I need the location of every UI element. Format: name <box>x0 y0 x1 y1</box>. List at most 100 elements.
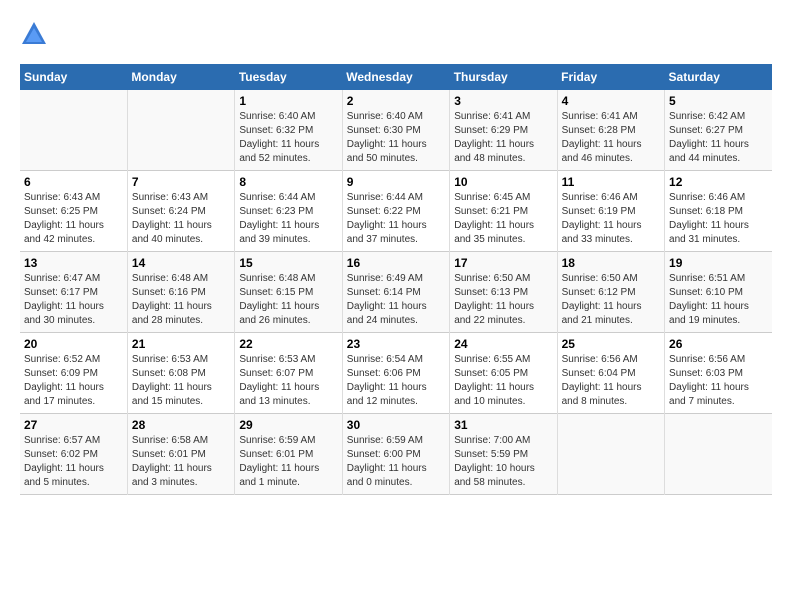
calendar-cell: 25 Sunrise: 6:56 AM Sunset: 6:04 PM Dayli… <box>557 333 664 414</box>
week-row-5: 27Sunrise: 6:57 AM Sunset: 6:02 PM Dayli… <box>20 414 772 495</box>
day-number: 15 <box>239 256 337 270</box>
day-info: Sunrise: 6:57 AM Sunset: 6:02 PM Dayligh… <box>24 434 123 490</box>
day-info: Sunrise: 6:56 AM Sunset: 6:03 PM Dayligh… <box>669 353 768 409</box>
calendar-table: SundayMondayTuesdayWednesdayThursdayFrid… <box>20 64 772 495</box>
day-info: Sunrise: 6:44 AM Sunset: 6:22 PM Dayligh… <box>347 191 445 247</box>
day-info: Sunrise: 6:59 AM Sunset: 6:01 PM Dayligh… <box>239 434 337 490</box>
day-number: 16 <box>347 256 445 270</box>
calendar-cell: 3 Sunrise: 6:41 AM Sunset: 6:29 PM Daylig… <box>450 90 557 171</box>
day-number: 7 <box>132 175 230 189</box>
day-info: Sunrise: 6:50 AM Sunset: 6:12 PM Dayligh… <box>562 272 660 328</box>
calendar-cell: 19 Sunrise: 6:51 AM Sunset: 6:10 PM Dayli… <box>665 252 772 333</box>
day-number: 14 <box>132 256 230 270</box>
page-header <box>20 20 772 48</box>
calendar-cell: 14 Sunrise: 6:48 AM Sunset: 6:16 PM Dayli… <box>127 252 234 333</box>
header-thursday: Thursday <box>450 64 557 90</box>
day-info: Sunrise: 6:53 AM Sunset: 6:08 PM Dayligh… <box>132 353 230 409</box>
calendar-cell: 17Sunrise: 6:50 AM Sunset: 6:13 PM Dayli… <box>450 252 557 333</box>
calendar-cell: 30 Sunrise: 6:59 AM Sunset: 6:00 PM Dayli… <box>342 414 449 495</box>
header-tuesday: Tuesday <box>235 64 342 90</box>
calendar-cell: 20 Sunrise: 6:52 AM Sunset: 6:09 PM Dayli… <box>20 333 127 414</box>
day-number: 11 <box>562 175 660 189</box>
calendar-cell <box>20 90 127 171</box>
day-number: 8 <box>239 175 337 189</box>
calendar-cell: 5 Sunrise: 6:42 AM Sunset: 6:27 PM Daylig… <box>665 90 772 171</box>
day-info: Sunrise: 6:56 AM Sunset: 6:04 PM Dayligh… <box>562 353 660 409</box>
calendar-cell <box>127 90 234 171</box>
day-number: 3 <box>454 94 552 108</box>
logo <box>20 20 52 48</box>
calendar-cell: 22Sunrise: 6:53 AM Sunset: 6:07 PM Dayli… <box>235 333 342 414</box>
calendar-cell: 28 Sunrise: 6:58 AM Sunset: 6:01 PM Dayli… <box>127 414 234 495</box>
day-info: Sunrise: 6:54 AM Sunset: 6:06 PM Dayligh… <box>347 353 445 409</box>
day-number: 23 <box>347 337 445 351</box>
day-info: Sunrise: 6:42 AM Sunset: 6:27 PM Dayligh… <box>669 110 768 166</box>
calendar-cell: 12 Sunrise: 6:46 AM Sunset: 6:18 PM Dayli… <box>665 171 772 252</box>
calendar-cell: 6Sunrise: 6:43 AM Sunset: 6:25 PM Daylig… <box>20 171 127 252</box>
day-number: 31 <box>454 418 552 432</box>
calendar-cell: 13 Sunrise: 6:47 AM Sunset: 6:17 PM Dayli… <box>20 252 127 333</box>
header-friday: Friday <box>557 64 664 90</box>
day-info: Sunrise: 6:46 AM Sunset: 6:19 PM Dayligh… <box>562 191 660 247</box>
calendar-cell: 11 Sunrise: 6:46 AM Sunset: 6:19 PM Dayli… <box>557 171 664 252</box>
day-number: 19 <box>669 256 768 270</box>
day-number: 5 <box>669 94 768 108</box>
day-info: Sunrise: 7:00 AM Sunset: 5:59 PM Dayligh… <box>454 434 552 490</box>
calendar-cell: 2 Sunrise: 6:40 AM Sunset: 6:30 PM Daylig… <box>342 90 449 171</box>
calendar-cell: 15Sunrise: 6:48 AM Sunset: 6:15 PM Dayli… <box>235 252 342 333</box>
header-wednesday: Wednesday <box>342 64 449 90</box>
header-sunday: Sunday <box>20 64 127 90</box>
day-info: Sunrise: 6:51 AM Sunset: 6:10 PM Dayligh… <box>669 272 768 328</box>
day-number: 4 <box>562 94 660 108</box>
calendar-cell: 23 Sunrise: 6:54 AM Sunset: 6:06 PM Dayli… <box>342 333 449 414</box>
calendar-cell: 8 Sunrise: 6:44 AM Sunset: 6:23 PM Daylig… <box>235 171 342 252</box>
calendar-cell: 10 Sunrise: 6:45 AM Sunset: 6:21 PM Dayli… <box>450 171 557 252</box>
calendar-cell <box>557 414 664 495</box>
calendar-cell: 18Sunrise: 6:50 AM Sunset: 6:12 PM Dayli… <box>557 252 664 333</box>
day-number: 2 <box>347 94 445 108</box>
week-row-4: 20 Sunrise: 6:52 AM Sunset: 6:09 PM Dayli… <box>20 333 772 414</box>
day-info: Sunrise: 6:48 AM Sunset: 6:16 PM Dayligh… <box>132 272 230 328</box>
day-info: Sunrise: 6:58 AM Sunset: 6:01 PM Dayligh… <box>132 434 230 490</box>
day-number: 30 <box>347 418 445 432</box>
day-number: 6 <box>24 175 123 189</box>
day-number: 12 <box>669 175 768 189</box>
day-info: Sunrise: 6:45 AM Sunset: 6:21 PM Dayligh… <box>454 191 552 247</box>
day-number: 1 <box>239 94 337 108</box>
calendar-cell: 29Sunrise: 6:59 AM Sunset: 6:01 PM Dayli… <box>235 414 342 495</box>
calendar-cell: 21Sunrise: 6:53 AM Sunset: 6:08 PM Dayli… <box>127 333 234 414</box>
day-info: Sunrise: 6:59 AM Sunset: 6:00 PM Dayligh… <box>347 434 445 490</box>
calendar-cell: 1Sunrise: 6:40 AM Sunset: 6:32 PM Daylig… <box>235 90 342 171</box>
day-info: Sunrise: 6:44 AM Sunset: 6:23 PM Dayligh… <box>239 191 337 247</box>
header-monday: Monday <box>127 64 234 90</box>
day-number: 24 <box>454 337 552 351</box>
calendar-cell: 16 Sunrise: 6:49 AM Sunset: 6:14 PM Dayli… <box>342 252 449 333</box>
day-number: 26 <box>669 337 768 351</box>
header-row: SundayMondayTuesdayWednesdayThursdayFrid… <box>20 64 772 90</box>
day-info: Sunrise: 6:40 AM Sunset: 6:30 PM Dayligh… <box>347 110 445 166</box>
calendar-cell: 31 Sunrise: 7:00 AM Sunset: 5:59 PM Dayli… <box>450 414 557 495</box>
calendar-cell: 4 Sunrise: 6:41 AM Sunset: 6:28 PM Daylig… <box>557 90 664 171</box>
day-number: 28 <box>132 418 230 432</box>
week-row-1: 1Sunrise: 6:40 AM Sunset: 6:32 PM Daylig… <box>20 90 772 171</box>
day-number: 13 <box>24 256 123 270</box>
header-saturday: Saturday <box>665 64 772 90</box>
day-info: Sunrise: 6:47 AM Sunset: 6:17 PM Dayligh… <box>24 272 123 328</box>
day-info: Sunrise: 6:46 AM Sunset: 6:18 PM Dayligh… <box>669 191 768 247</box>
calendar-cell <box>665 414 772 495</box>
logo-icon <box>20 20 48 48</box>
calendar-cell: 27Sunrise: 6:57 AM Sunset: 6:02 PM Dayli… <box>20 414 127 495</box>
day-info: Sunrise: 6:52 AM Sunset: 6:09 PM Dayligh… <box>24 353 123 409</box>
week-row-2: 6Sunrise: 6:43 AM Sunset: 6:25 PM Daylig… <box>20 171 772 252</box>
day-info: Sunrise: 6:41 AM Sunset: 6:28 PM Dayligh… <box>562 110 660 166</box>
day-number: 20 <box>24 337 123 351</box>
week-row-3: 13 Sunrise: 6:47 AM Sunset: 6:17 PM Dayli… <box>20 252 772 333</box>
calendar-cell: 26 Sunrise: 6:56 AM Sunset: 6:03 PM Dayli… <box>665 333 772 414</box>
day-info: Sunrise: 6:41 AM Sunset: 6:29 PM Dayligh… <box>454 110 552 166</box>
day-number: 25 <box>562 337 660 351</box>
day-number: 22 <box>239 337 337 351</box>
calendar-cell: 7Sunrise: 6:43 AM Sunset: 6:24 PM Daylig… <box>127 171 234 252</box>
day-number: 10 <box>454 175 552 189</box>
calendar-cell: 24Sunrise: 6:55 AM Sunset: 6:05 PM Dayli… <box>450 333 557 414</box>
day-info: Sunrise: 6:49 AM Sunset: 6:14 PM Dayligh… <box>347 272 445 328</box>
